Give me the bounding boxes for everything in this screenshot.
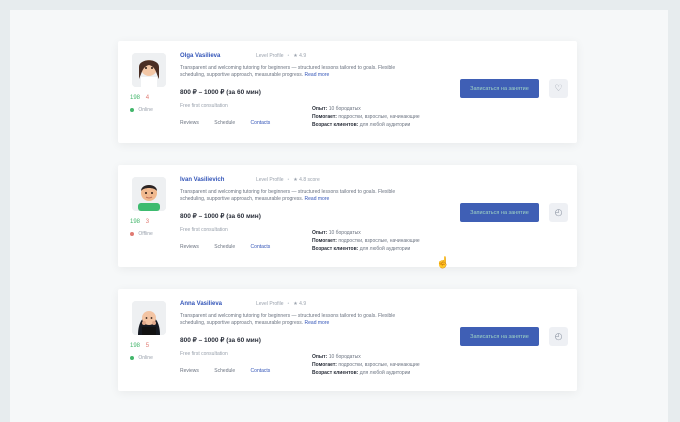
consultation-note: Free first consultation [180, 351, 228, 357]
consultation-note: Free first consultation [180, 103, 228, 109]
clock-icon: ◴ [554, 331, 563, 341]
description-text: Transparent and welcoming tutoring for b… [180, 189, 396, 202]
contacts-link[interactable]: Contacts [251, 244, 271, 250]
tutor-facts: Опыт: 10 бородатых Помогает: подростки, … [312, 229, 420, 253]
tutor-name[interactable]: Ivan Vasilievich [180, 177, 224, 183]
book-lesson-button[interactable]: Записаться на занятие [460, 327, 539, 346]
read-more-link[interactable]: Read more [305, 72, 330, 78]
reviews-link[interactable]: Reviews [180, 120, 199, 126]
tutor-description: Transparent and welcoming tutoring for b… [180, 313, 420, 327]
tutor-meta: Level Profile • ★ 4.9 [256, 53, 307, 59]
description-text: Transparent and welcoming tutoring for b… [180, 65, 396, 78]
rating-counts: 198 4 [130, 94, 149, 103]
tutor-card[interactable]: 198 3 Offline Ivan Vasilievich Level Pro… [118, 165, 577, 267]
fact-row: Опыт: 10 бородатых [312, 106, 361, 112]
status-badge: Online [130, 355, 153, 361]
favorite-button[interactable]: ♡ [549, 79, 568, 98]
favorite-button[interactable]: ◴ [549, 203, 568, 222]
reviews-link[interactable]: Reviews [180, 244, 199, 250]
meta-level: Level Profile [256, 53, 284, 59]
tutor-facts: Опыт: 10 бородатых Помогает: подростки, … [312, 353, 420, 377]
status-badge: Offline [130, 231, 153, 237]
status-dot-icon [130, 231, 134, 236]
fact-row: Возраст клиентов: для любой аудитории [312, 122, 411, 128]
reviews-link[interactable]: Reviews [180, 368, 199, 374]
status-dot-icon [130, 107, 134, 112]
status-text: Online [138, 355, 153, 361]
price: 800 ₽ – 1000 ₽ (за 60 мин) [180, 89, 261, 96]
book-lesson-button[interactable]: Записаться на занятие [460, 203, 539, 222]
status-text: Online [138, 107, 153, 113]
tutor-meta: Level Profile • ★ 4.9 [256, 301, 307, 307]
dislikes-count: 4 [145, 95, 150, 101]
dislikes-count: 3 [145, 219, 150, 225]
fact-row: Опыт: 10 бородатых [312, 230, 361, 236]
fact-row: Помогает: подростки, взрослые, начинающи… [312, 362, 420, 368]
meta-level: Level Profile [256, 301, 284, 307]
tutor-name[interactable]: Anna Vasilieva [180, 301, 222, 307]
avatar [132, 177, 166, 211]
status-badge: Online [130, 107, 153, 113]
likes-count: 198 [130, 95, 141, 101]
heart-icon: ♡ [554, 83, 563, 93]
description-text: Transparent and welcoming tutoring for b… [180, 313, 396, 326]
card-links: Reviews Schedule Contacts [180, 368, 284, 374]
likes-count: 198 [130, 343, 141, 349]
favorite-button[interactable]: ◴ [549, 327, 568, 346]
card-links: Reviews Schedule Contacts [180, 244, 284, 250]
avatar [132, 301, 166, 335]
read-more-link[interactable]: Read more [305, 320, 330, 326]
hand-pointer-icon: ☝ [436, 257, 450, 269]
status-text: Offline [138, 231, 153, 237]
price: 800 ₽ – 1000 ₽ (за 60 мин) [180, 337, 261, 344]
tutor-meta: Level Profile • ★ 4.8 score [256, 177, 320, 183]
tutor-description: Transparent and welcoming tutoring for b… [180, 189, 420, 203]
tutor-card[interactable]: 198 5 Online Anna Vasilieva Level Profil… [118, 289, 577, 391]
fact-row: Опыт: 10 бородатых [312, 354, 361, 360]
likes-count: 198 [130, 219, 141, 225]
fact-row: Помогает: подростки, взрослые, начинающи… [312, 238, 420, 244]
tutor-name[interactable]: Olga Vasilieva [180, 53, 220, 59]
fact-row: Помогает: подростки, взрослые, начинающи… [312, 114, 420, 120]
price: 800 ₽ – 1000 ₽ (за 60 мин) [180, 213, 261, 220]
meta-rating: ★ 4.9 [293, 53, 307, 59]
rating-counts: 198 3 [130, 218, 149, 227]
tutor-description: Transparent and welcoming tutoring for b… [180, 65, 420, 79]
page: 198 4 Online Olga Vasilieva Level Profil… [10, 10, 668, 422]
fact-row: Возраст клиентов: для любой аудитории [312, 370, 411, 376]
tutor-facts: Опыт: 10 бородатых Помогает: подростки, … [312, 105, 420, 129]
status-dot-icon [130, 355, 134, 360]
schedule-link[interactable]: Schedule [214, 120, 235, 126]
avatar [132, 53, 166, 87]
clock-icon: ◴ [554, 207, 563, 217]
contacts-link[interactable]: Contacts [251, 368, 271, 374]
dislikes-count: 5 [145, 343, 150, 349]
card-links: Reviews Schedule Contacts [180, 120, 284, 126]
read-more-link[interactable]: Read more [305, 196, 330, 202]
schedule-link[interactable]: Schedule [214, 244, 235, 250]
meta-rating: ★ 4.9 [293, 301, 307, 307]
rating-counts: 198 5 [130, 342, 149, 351]
contacts-link[interactable]: Contacts [251, 120, 271, 126]
consultation-note: Free first consultation [180, 227, 228, 233]
meta-level: Level Profile [256, 177, 284, 183]
fact-row: Возраст клиентов: для любой аудитории [312, 246, 411, 252]
tutor-card[interactable]: 198 4 Online Olga Vasilieva Level Profil… [118, 41, 577, 143]
schedule-link[interactable]: Schedule [214, 368, 235, 374]
meta-rating: ★ 4.8 score [293, 177, 320, 183]
book-lesson-button[interactable]: Записаться на занятие [460, 79, 539, 98]
